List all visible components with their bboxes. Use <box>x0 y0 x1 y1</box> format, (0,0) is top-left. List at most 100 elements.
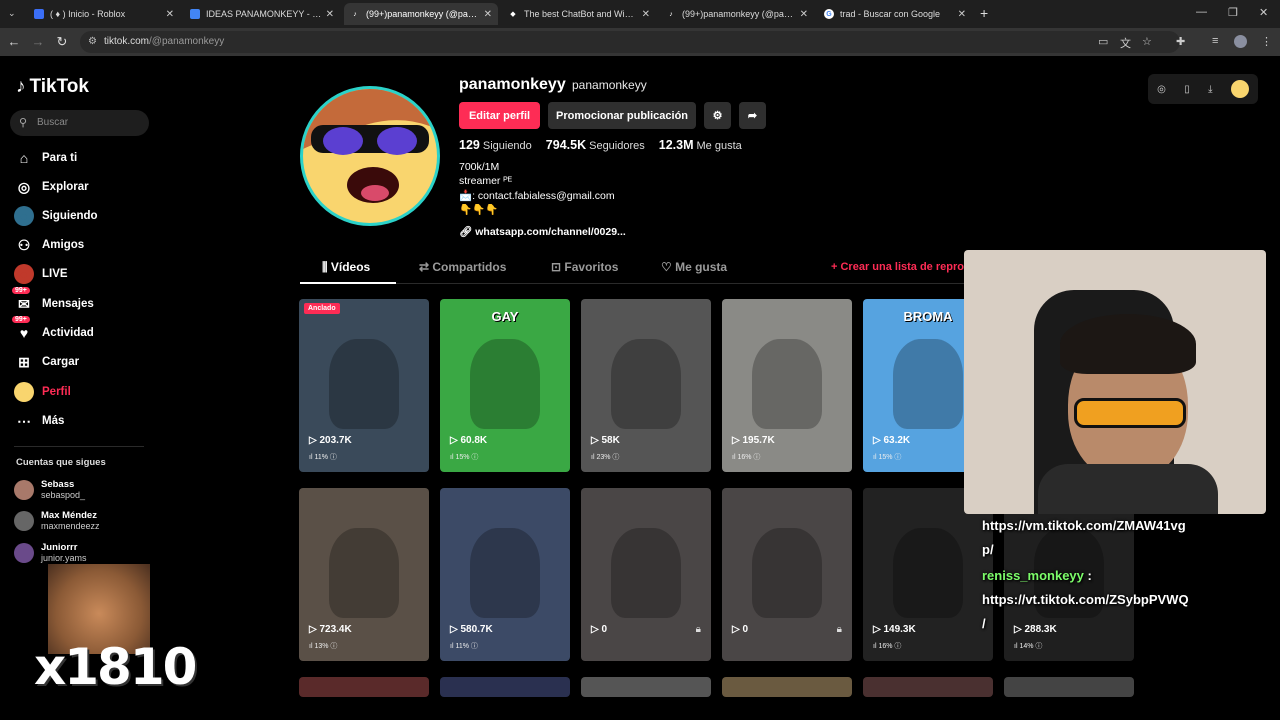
cast-icon[interactable]: ▭ <box>1098 35 1108 48</box>
heart-outline-icon: ♡ <box>661 260 676 274</box>
close-icon[interactable]: ✕ <box>484 9 492 20</box>
tiktok-icon: ♪ <box>669 10 673 18</box>
video-thumbnail[interactable]: ▷ 58K ıl 23% ⓘ <box>581 299 711 472</box>
video-thumbnail[interactable]: ▷ 0 🔒︎ <box>722 488 852 661</box>
maximize-button[interactable]: ❐ <box>1228 6 1238 19</box>
tab-title: (99+)panamonkeyy (@panamo <box>366 9 480 19</box>
close-icon[interactable]: ✕ <box>166 9 174 20</box>
following-section-title: Cuentas que sigues <box>16 457 106 468</box>
followed-account[interactable]: Max Méndez maxmendeezz <box>14 510 100 531</box>
video-thumbnail-partial[interactable] <box>1004 677 1134 697</box>
repost-icon: ⇄ <box>419 260 433 274</box>
reading-list-icon[interactable]: ≡ <box>1212 35 1218 47</box>
account-name: Max Méndez <box>41 510 97 521</box>
video-subject-image <box>611 528 681 618</box>
followers-count: 794.5K <box>545 138 587 152</box>
settings-button[interactable]: ⚙ <box>704 102 731 129</box>
chat-message-line: p/ <box>982 542 994 557</box>
browser-tab[interactable]: ♪ (99+)panamonkeyy (@panamo ✕ <box>660 3 814 25</box>
close-icon[interactable]: ✕ <box>642 9 650 20</box>
site-info-icon[interactable]: ⚙ <box>88 31 97 53</box>
video-thumbnail-partial[interactable] <box>863 677 993 697</box>
profile-link[interactable]: 🔗︎ whatsapp.com/channel/0029... <box>459 225 626 238</box>
video-views: ▷ 580.7K <box>450 624 493 635</box>
chat-colon: : <box>1083 568 1092 583</box>
sidebar-item-mas[interactable]: ⋯ Más <box>14 411 64 431</box>
menu-kebab-icon[interactable]: ⋮ <box>1261 35 1272 48</box>
video-thumbnail[interactable]: ▷ 580.7K ıl 11% ⓘ <box>440 488 570 661</box>
browser-tab[interactable]: Gtrad - Buscar con Google ✕ <box>818 3 972 25</box>
tab-favorites[interactable]: ⊡ Favoritos <box>551 260 618 274</box>
browser-tab[interactable]: ◆ The best ChatBot and Widgets ✕ <box>502 3 656 25</box>
video-thumbnail[interactable]: ▷ 0 🔒︎ <box>581 488 711 661</box>
back-icon[interactable]: ← <box>6 34 22 49</box>
create-playlist-button[interactable]: + Crear una lista de repro <box>831 261 964 273</box>
sidebar-item-actividad[interactable]: ♥ 99+ Actividad <box>12 316 94 343</box>
browser-tab[interactable]: ( ♦ ) Inicio - Roblox ✕ <box>28 3 180 25</box>
translate-icon[interactable]: 文 <box>1120 35 1131 51</box>
share-button[interactable]: ➦ <box>739 102 766 129</box>
minimize-button[interactable]: — <box>1196 6 1207 18</box>
tab-title: IDEAS PANAMONKEYY - Docum <box>206 9 322 19</box>
bookmark-star-icon[interactable]: ☆ <box>1142 35 1152 48</box>
tab-search-icon[interactable]: ⌄ <box>8 8 16 19</box>
video-retention-percent: ıl 14% ⓘ <box>1014 643 1043 650</box>
video-subject-image <box>329 528 399 618</box>
following-count: 129 <box>459 138 480 152</box>
sidebar-item-live[interactable]: ● LIVE <box>14 264 68 284</box>
video-retention-percent: ıl 16% ⓘ <box>732 454 761 461</box>
sidebar-item-amigos[interactable]: ⚇ Amigos <box>14 235 84 255</box>
sidebar-item-mensajes[interactable]: ✉ 99+ Mensajes <box>12 287 94 314</box>
new-tab-button[interactable]: + <box>980 5 988 21</box>
sidebar-label: Cargar <box>42 356 80 368</box>
video-thumbnail[interactable]: ▷ 195.7K ıl 16% ⓘ <box>722 299 852 472</box>
sidebar-item-perfil[interactable]: ● Perfil <box>14 382 71 402</box>
video-thumbnail-partial[interactable] <box>299 677 429 697</box>
chatbot-icon: ◆ <box>510 11 516 18</box>
address-input[interactable]: ⚙ tiktok.com/@panamonkeyy <box>80 31 1180 53</box>
coins-icon[interactable]: ◎ <box>1157 84 1166 95</box>
profile-avatar-icon[interactable] <box>1234 35 1247 48</box>
video-thumbnail-partial[interactable] <box>440 677 570 697</box>
search-input[interactable]: ⚲ Buscar <box>10 110 149 136</box>
video-views: ▷ 63.2K <box>873 435 911 446</box>
user-avatar[interactable] <box>1230 80 1249 98</box>
edit-profile-button[interactable]: Editar perfil <box>459 102 540 129</box>
reload-icon[interactable]: ↻ <box>54 34 70 50</box>
chat-message-line: https://vt.tiktok.com/ZSybpPVWQ <box>982 592 1189 607</box>
close-icon[interactable]: ✕ <box>326 9 334 20</box>
likes-label: Me gusta <box>696 140 742 152</box>
followers-stat[interactable]: 794.5K Seguidores <box>546 138 645 152</box>
promote-post-button[interactable]: Promocionar publicación <box>548 102 696 129</box>
sidebar-label: Perfil <box>42 386 71 398</box>
video-thumbnail-partial[interactable] <box>722 677 852 697</box>
following-stat[interactable]: 129 Siguiendo <box>459 138 532 152</box>
download-icon[interactable]: ⤓ <box>1208 84 1212 95</box>
url-host: tiktok.com <box>104 36 150 47</box>
extensions-icon[interactable]: ✚ <box>1176 35 1185 48</box>
tiktok-icon: ♪ <box>353 10 357 18</box>
video-thumbnail[interactable]: ▷ 203.7K ıl 11% ⓘ <box>299 299 429 472</box>
browser-tab[interactable]: IDEAS PANAMONKEYY - Docum ✕ <box>184 3 340 25</box>
close-icon[interactable]: ✕ <box>800 9 808 20</box>
tab-liked[interactable]: ♡ Me gusta <box>661 260 727 274</box>
video-thumbnail-partial[interactable] <box>581 677 711 697</box>
following-label: Siguiendo <box>482 140 532 152</box>
sidebar-item-explorar[interactable]: ◎ Explorar <box>14 177 89 197</box>
sidebar-item-cargar[interactable]: ⊞ Cargar <box>14 352 79 372</box>
device-icon[interactable]: ▯ <box>1184 84 1190 95</box>
browser-tab-active[interactable]: ♪ (99+)panamonkeyy (@panamo ✕ <box>344 3 498 25</box>
close-icon[interactable]: ✕ <box>958 9 966 20</box>
followed-account[interactable]: Juniorrr junior.yams <box>14 542 87 563</box>
tiktok-logo[interactable]: ♪ TikTok <box>16 76 89 98</box>
video-thumbnail[interactable]: ▷ 723.4K ıl 13% ⓘ <box>299 488 429 661</box>
close-window-button[interactable]: ✕ <box>1259 6 1268 19</box>
forward-icon[interactable]: → <box>30 34 46 49</box>
tab-videos[interactable]: ⫼ Vídeos <box>322 260 370 275</box>
video-thumbnail[interactable]: GAY ▷ 60.8K ıl 15% ⓘ <box>440 299 570 472</box>
tab-reposts[interactable]: ⇄ Compartidos <box>419 260 506 274</box>
profile-avatar[interactable] <box>300 86 440 226</box>
followed-account[interactable]: Sebass sebaspod_ <box>14 479 85 500</box>
sidebar-item-siguiendo[interactable]: ● Siguiendo <box>14 206 98 226</box>
sidebar-item-para-ti[interactable]: ⌂ Para ti <box>14 148 77 168</box>
